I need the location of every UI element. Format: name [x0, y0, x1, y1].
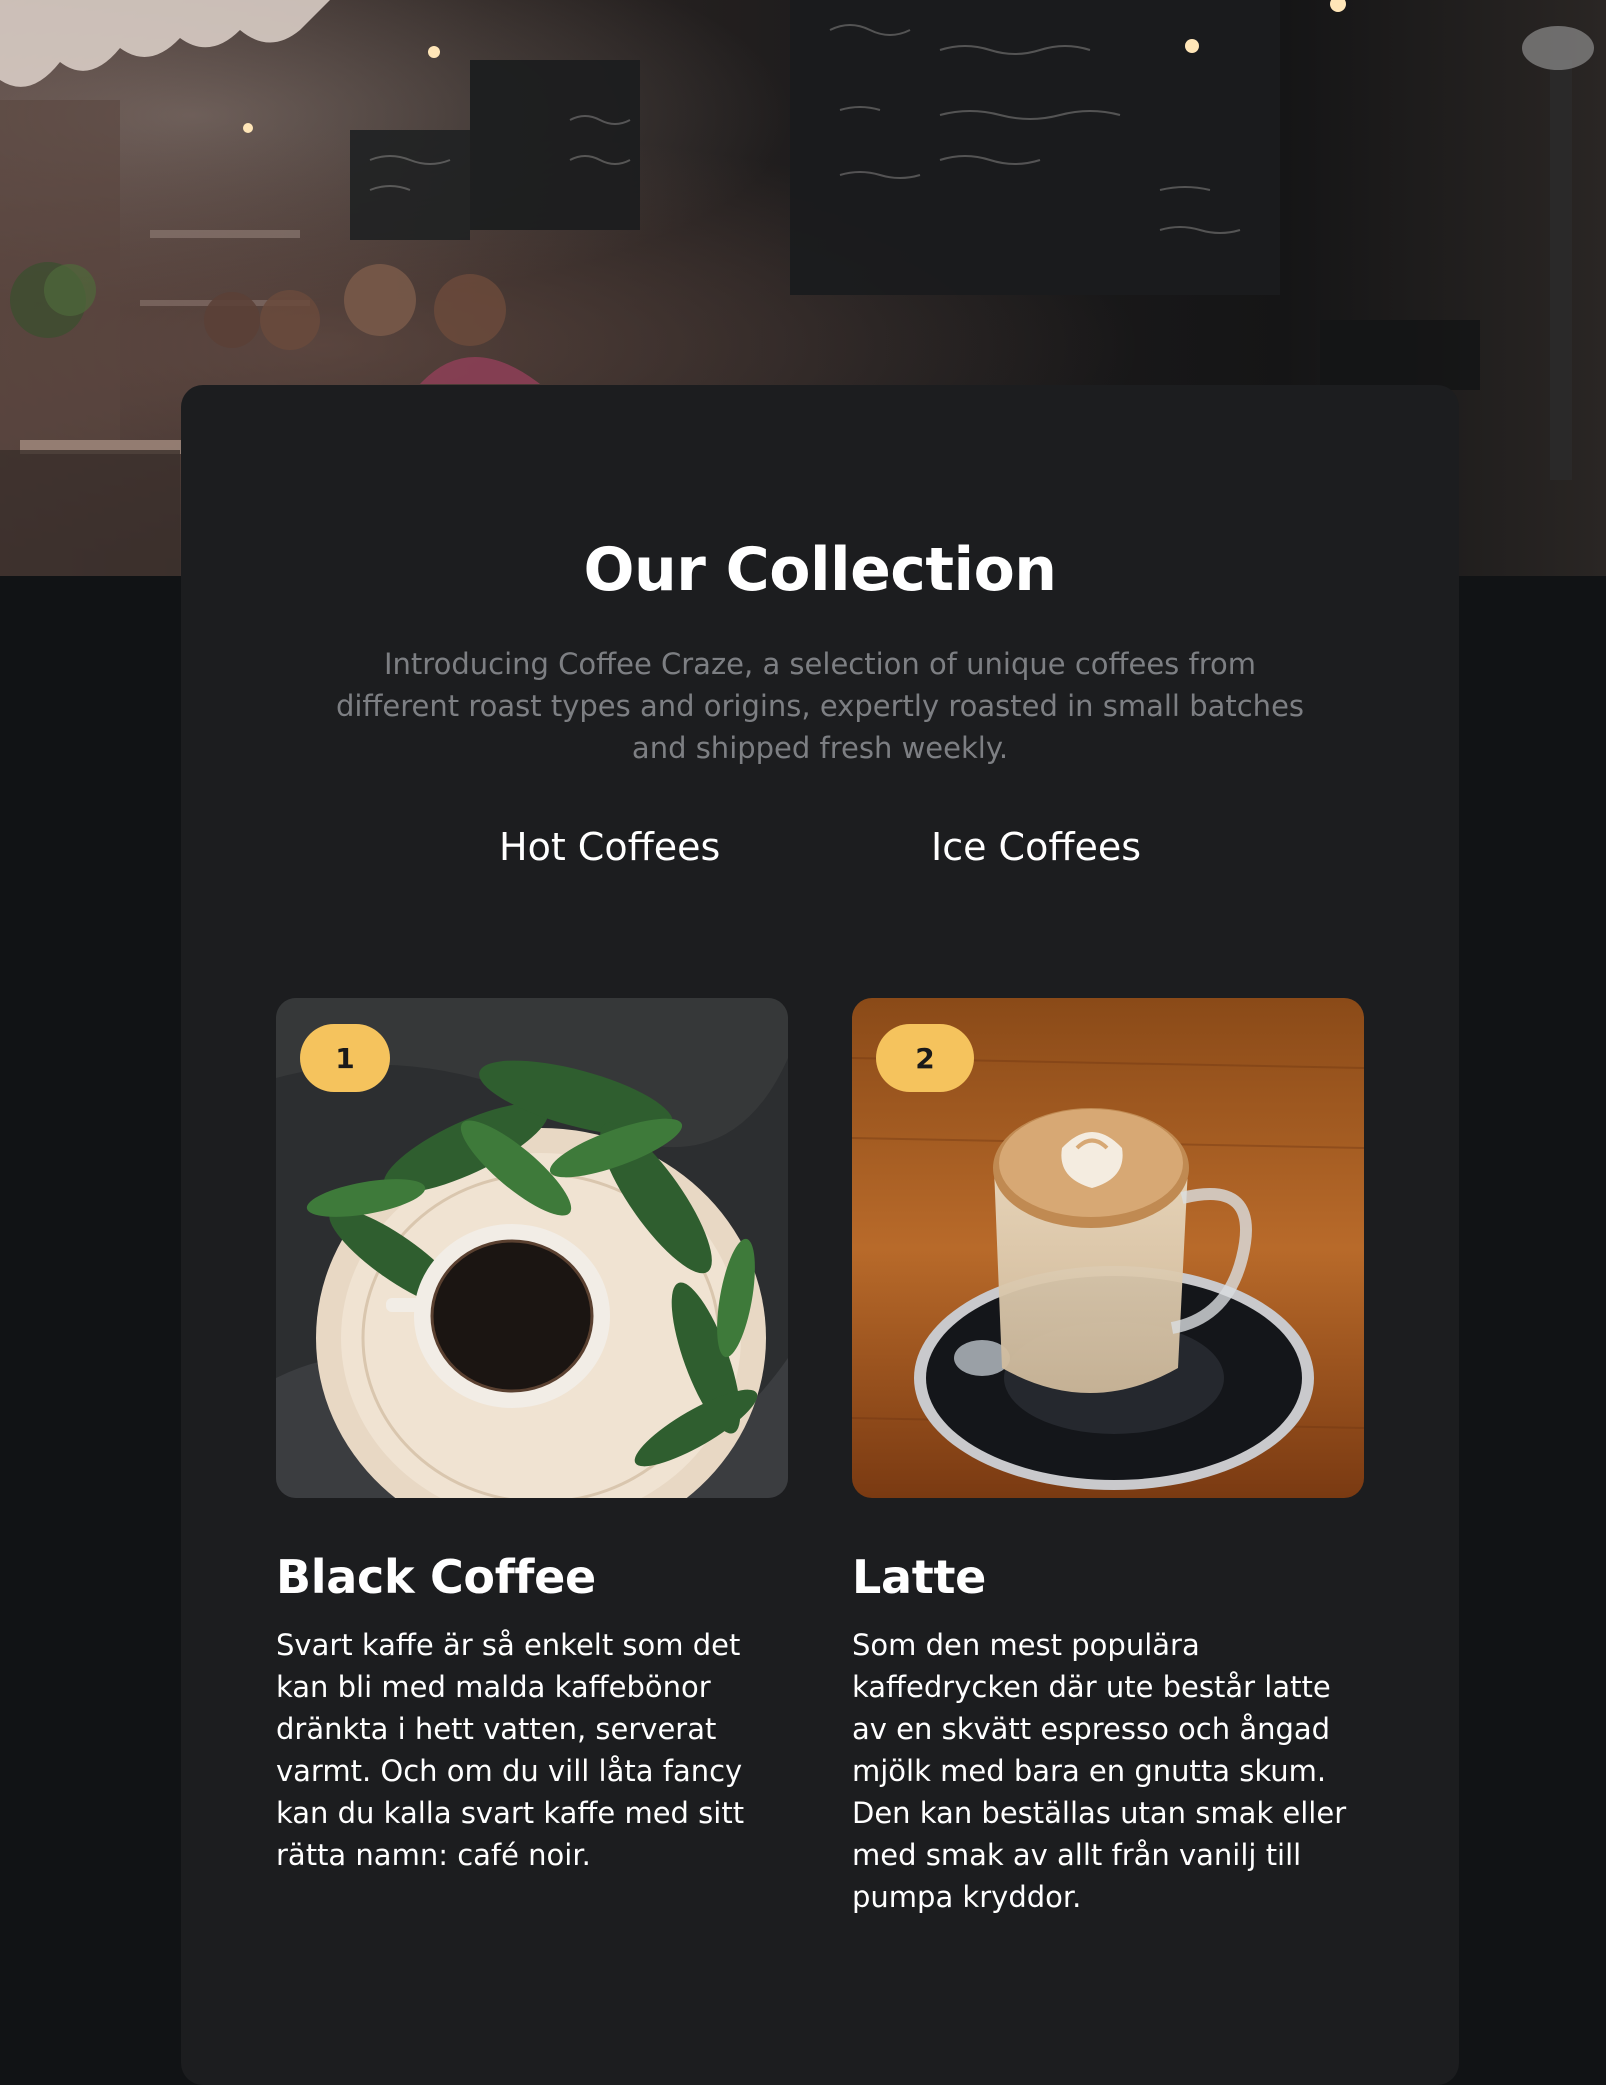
- latte-image: 2: [852, 998, 1364, 1498]
- tab-ice-coffees[interactable]: Ice Coffees: [931, 825, 1141, 869]
- card-number-badge: 1: [300, 1024, 390, 1092]
- product-card-black-coffee[interactable]: 1 Black Coffee Svart kaffe är så enkelt …: [276, 998, 788, 1876]
- card-description: Svart kaffe är så enkelt som det kan bli…: [276, 1628, 745, 1872]
- card-title: Latte: [852, 1550, 987, 1604]
- section-title: Our Collection: [583, 535, 1057, 605]
- card-title: Black Coffee: [276, 1550, 596, 1604]
- card-description: Som den mest populära kaffedrycken där u…: [852, 1628, 1347, 1914]
- tab-hot-coffees[interactable]: Hot Coffees: [499, 825, 720, 869]
- product-card-latte[interactable]: 2 Latte Som den mest populära kaffedryck…: [852, 998, 1364, 1918]
- category-tabs: Hot Coffees Ice Coffees: [181, 825, 1459, 885]
- black-coffee-image: 1: [276, 998, 788, 1498]
- collection-panel: Our Collection Introducing Coffee Craze,…: [181, 385, 1459, 2085]
- section-intro: Introducing Coffee Craze, a selection of…: [335, 647, 1305, 765]
- card-number-badge: 2: [876, 1024, 974, 1092]
